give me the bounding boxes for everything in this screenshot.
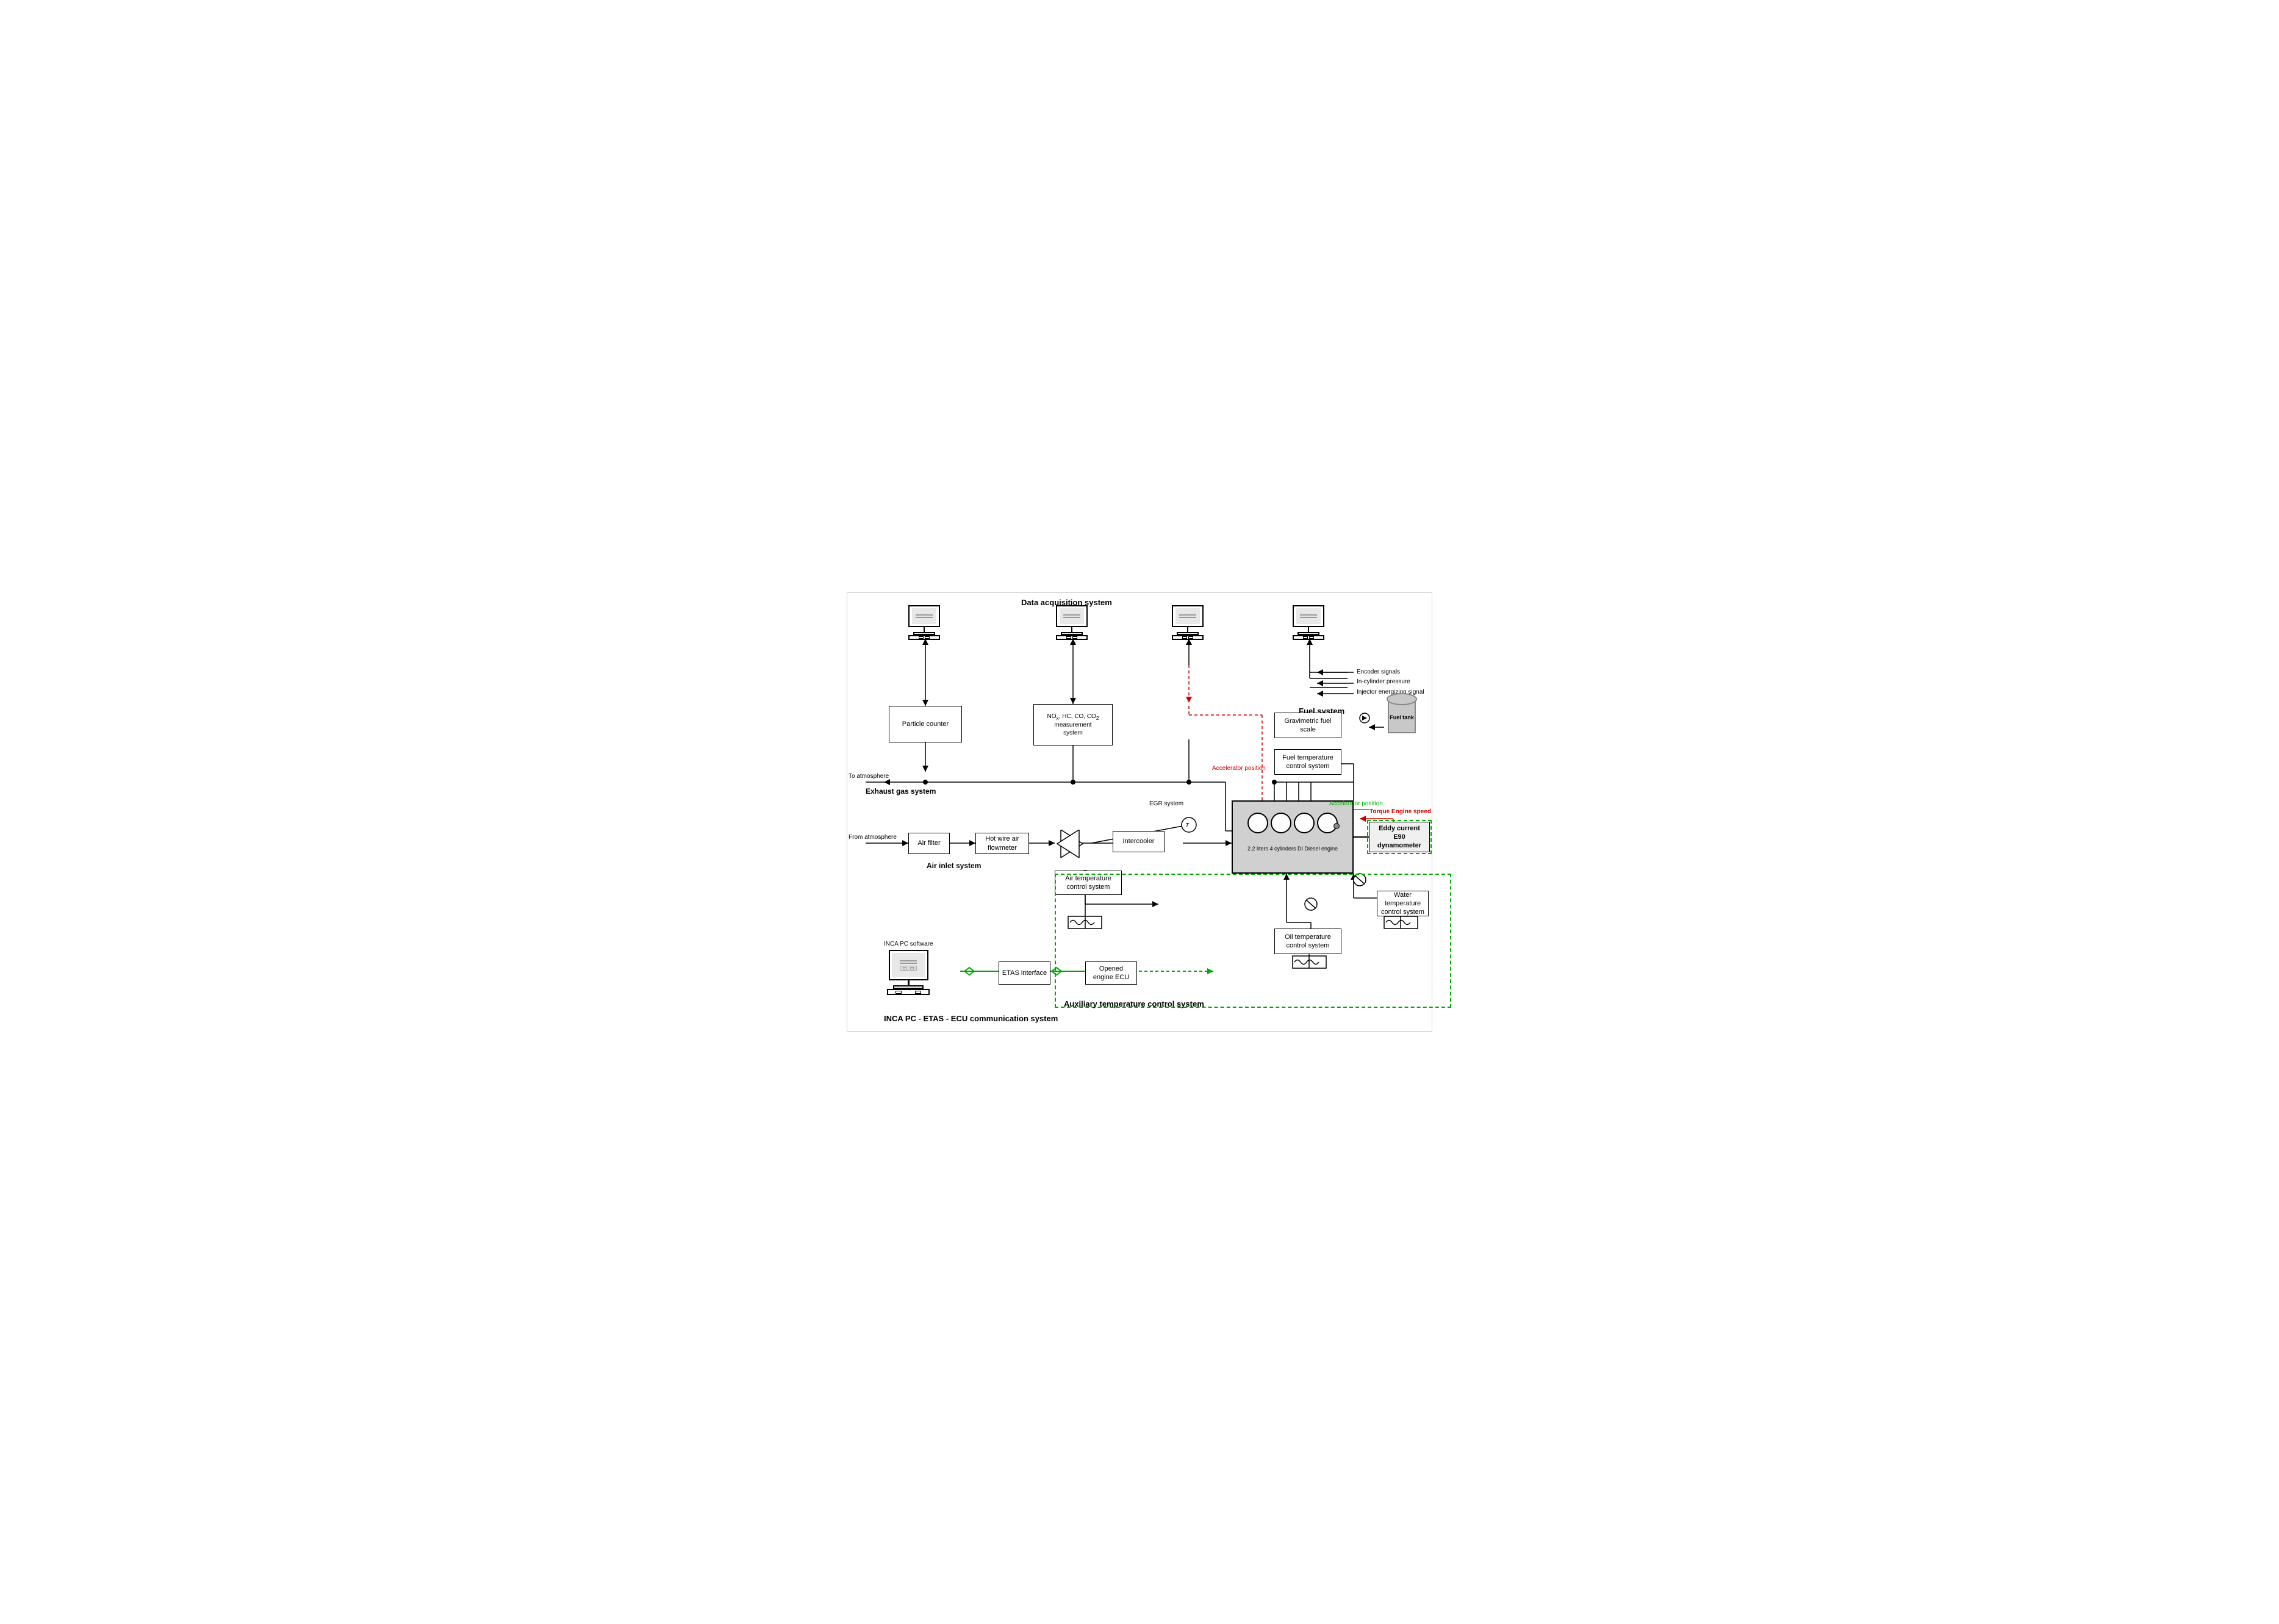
torque-engine-speed-label: Torque Engine speed bbox=[1369, 808, 1431, 815]
engine-block: 2.2 liters 4 cylinders DI Diesel engine bbox=[1232, 800, 1354, 874]
gravimetric-fuel-box: Gravimetric fuel scale bbox=[1274, 713, 1341, 738]
eddy-current-box: Eddy current E90 dynamometer bbox=[1369, 822, 1430, 852]
fuel-temp-control-box: Fuel temperature control system bbox=[1274, 749, 1341, 775]
fuel-tank-shape: Fuel tank bbox=[1388, 697, 1416, 733]
nox-measurement-box: NOx, HC, CO, CO2measurementsystem bbox=[1033, 704, 1113, 746]
hot-wire-box: Hot wire air flowmeter bbox=[975, 833, 1029, 854]
svg-text:T: T bbox=[1185, 822, 1190, 829]
auxiliary-temp-label: Auxiliary temperature control system bbox=[1064, 999, 1204, 1008]
accelerator-position-green-label: Accelerator position bbox=[1329, 800, 1383, 807]
in-cylinder-label: In-cylinder pressure bbox=[1357, 678, 1410, 685]
from-atmosphere-label: From atmosphere bbox=[849, 834, 897, 841]
particle-counter-box: Particle counter bbox=[889, 706, 962, 742]
encoder-signals-label: Encoder signals bbox=[1357, 669, 1400, 675]
engine-label: 2.2 liters 4 cylinders DI Diesel engine bbox=[1233, 844, 1352, 852]
etas-interface-box: ETAS interface bbox=[999, 961, 1050, 985]
to-atmosphere-label: To atmosphere bbox=[849, 773, 889, 780]
computer-nox bbox=[1056, 605, 1088, 640]
opened-ecu-box: Opened engine ECU bbox=[1085, 961, 1137, 985]
computer-data-acq bbox=[1172, 605, 1204, 640]
inca-communication-label: INCA PC - ETAS - ECU communication syste… bbox=[884, 1014, 1058, 1023]
auxiliary-temp-dashed-box bbox=[1055, 874, 1451, 1008]
intercooler-box: Intercooler bbox=[1113, 831, 1165, 852]
accelerator-position-red-label: Accelerator position bbox=[1212, 765, 1266, 772]
computer-particle bbox=[908, 605, 940, 640]
computer-inca: INCA PC software bbox=[884, 941, 933, 995]
exhaust-gas-label: Exhaust gas system bbox=[866, 787, 936, 796]
turbo-symbol bbox=[1055, 830, 1085, 858]
air-filter-box: Air filter bbox=[908, 833, 950, 854]
diagram-container: T Data acquisition system bbox=[847, 592, 1432, 1032]
egr-label: EGR system bbox=[1149, 800, 1183, 807]
air-inlet-label: Air inlet system bbox=[927, 861, 981, 870]
computer-signals bbox=[1293, 605, 1324, 640]
